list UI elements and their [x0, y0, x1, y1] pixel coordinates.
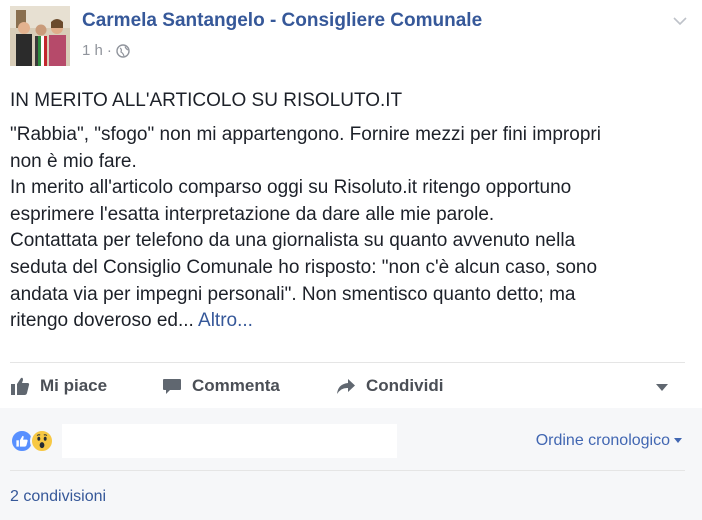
- comment-button[interactable]: Commenta: [162, 368, 280, 404]
- see-more-link[interactable]: Altro...: [198, 310, 253, 331]
- wow-reaction-icon: [30, 429, 54, 453]
- post-timestamp[interactable]: 1 h: [82, 42, 103, 59]
- thumbs-up-icon: [11, 377, 30, 395]
- comment-order-dropdown[interactable]: Ordine cronologico: [536, 432, 682, 450]
- reaction-icons[interactable]: [10, 428, 54, 454]
- post-meta: 1 h ·: [82, 42, 130, 59]
- caret-down-icon: [674, 438, 682, 443]
- post-header: Carmela Santangelo - Consigliere Comunal…: [10, 6, 692, 66]
- post-body-line: In merito all'articolo comparso oggi su …: [10, 177, 572, 199]
- meta-separator: ·: [106, 42, 112, 59]
- post-actions-bar: Mi piace Commenta Condividi: [0, 368, 702, 404]
- reactors-names-box[interactable]: [62, 424, 397, 458]
- comment-label: Commenta: [192, 376, 280, 395]
- divider: [10, 470, 685, 471]
- facebook-post: Carmela Santangelo - Consigliere Comunal…: [0, 0, 702, 520]
- post-body-line: "Rabbia", "sfogo" non mi appartengono. F…: [10, 124, 601, 145]
- post-body-last-line: ritengo doveroso ed... Altro...: [10, 308, 682, 335]
- like-button[interactable]: Mi piace: [10, 368, 107, 404]
- divider: [10, 362, 685, 363]
- author-name-link[interactable]: Carmela Santangelo - Consigliere Comunal…: [82, 10, 482, 32]
- post-options-chevron-icon[interactable]: [672, 14, 688, 26]
- post-body-line: Contattata per telefono da una giornalis…: [10, 230, 576, 252]
- shares-count-link[interactable]: 2 condivisioni: [10, 488, 106, 506]
- author-avatar[interactable]: [10, 6, 70, 66]
- post-body-line: andata via per impegni personali". Non s…: [10, 283, 576, 305]
- post-body: "Rabbia", "sfogo" non mi appartengono. F…: [10, 122, 682, 335]
- globe-icon[interactable]: [116, 43, 130, 58]
- post-body-line: seduta del Consiglio Comunale ho rispost…: [10, 256, 598, 278]
- post-body-line: esprimere l'esatta interpretazione da da…: [10, 203, 495, 225]
- share-label: Condividi: [366, 376, 444, 395]
- share-button[interactable]: Condividi: [336, 368, 443, 404]
- speech-bubble-icon: [163, 379, 181, 394]
- like-label: Mi piace: [40, 376, 108, 395]
- share-options-caret-icon[interactable]: [654, 380, 670, 392]
- share-arrow-icon: [337, 379, 355, 394]
- comment-order-label: Ordine cronologico: [535, 432, 670, 449]
- post-body-truncated-text: ritengo doveroso ed...: [10, 310, 194, 332]
- post-body-line: non è mio fare.: [10, 150, 137, 172]
- post-headline: IN MERITO ALL'ARTICOLO SU RISOLUTO.IT: [10, 90, 403, 111]
